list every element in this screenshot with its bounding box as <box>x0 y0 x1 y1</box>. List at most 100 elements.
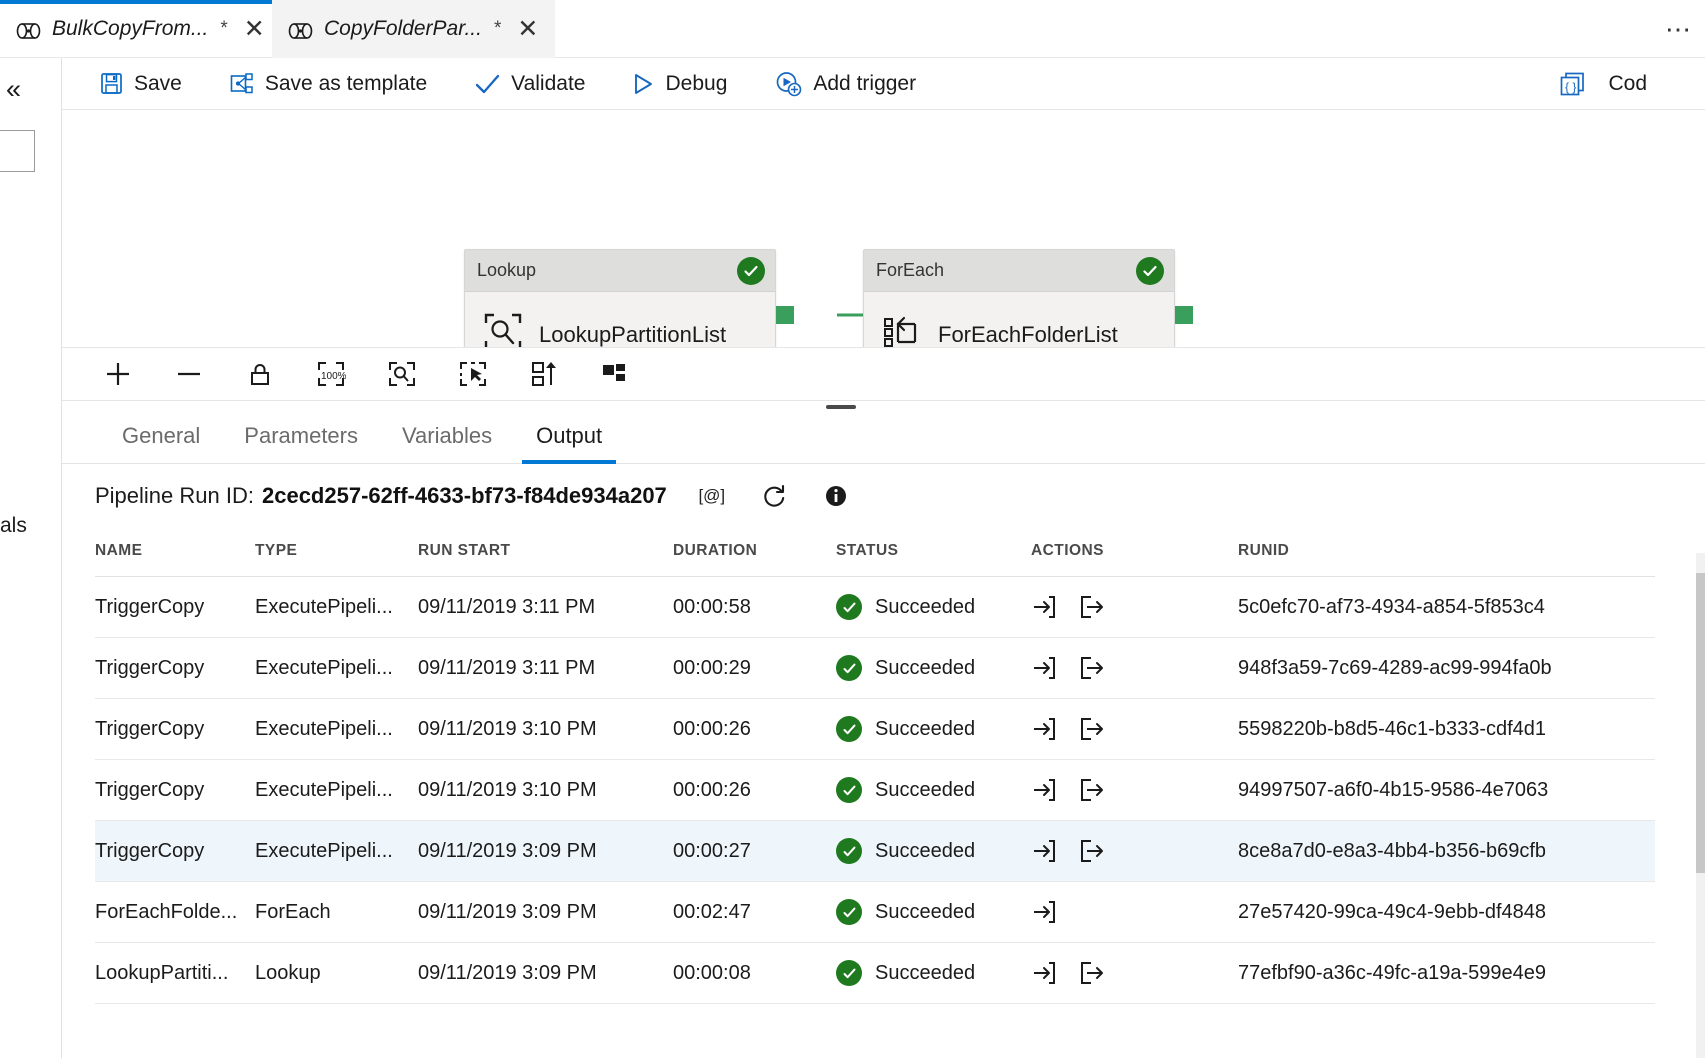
col-header-type[interactable]: TYPE <box>255 528 418 577</box>
table-row[interactable]: TriggerCopyExecutePipeli...09/11/2019 3:… <box>95 577 1655 638</box>
cell-name: LookupPartiti... <box>95 943 255 1004</box>
close-icon[interactable]: ✕ <box>517 17 538 42</box>
activity-node-foreach[interactable]: ForEach <box>863 249 1175 347</box>
cell-type: ForEach <box>255 882 418 943</box>
status-text: Succeeded <box>875 718 975 741</box>
at-parameter-icon[interactable]: [@] <box>695 479 729 513</box>
input-icon[interactable] <box>1031 777 1057 803</box>
cell-name: TriggerCopy <box>95 760 255 821</box>
table-row[interactable]: TriggerCopyExecutePipeli...09/11/2019 3:… <box>95 699 1655 760</box>
output-port[interactable] <box>776 306 794 324</box>
col-header-name[interactable]: NAME <box>95 528 255 577</box>
tab-general[interactable]: General <box>100 423 222 463</box>
input-icon[interactable] <box>1031 716 1057 742</box>
canvas-toolbar: 100% <box>62 347 1705 401</box>
cell-run-start: 09/11/2019 3:10 PM <box>418 699 673 760</box>
tab-output[interactable]: Output <box>514 423 624 463</box>
cell-run-start: 09/11/2019 3:09 PM <box>418 943 673 1004</box>
cell-actions[interactable] <box>1031 699 1238 760</box>
table-row[interactable]: LookupPartiti...Lookup09/11/2019 3:09 PM… <box>95 943 1655 1004</box>
cell-run-start: 09/11/2019 3:10 PM <box>418 760 673 821</box>
zoom-to-fit-icon[interactable] <box>382 354 422 394</box>
tab-bulkcopyfrom[interactable]: BulkCopyFrom... * ✕ <box>0 0 272 58</box>
tab-variables[interactable]: Variables <box>380 423 514 463</box>
refresh-icon[interactable] <box>757 479 791 513</box>
scrollbar-thumb[interactable] <box>1696 573 1705 873</box>
pipeline-run-id-row: Pipeline Run ID: 2cecd257-62ff-4633-bf73… <box>62 464 1705 528</box>
validate-button[interactable]: Validate <box>475 72 585 96</box>
cell-run-start: 09/11/2019 3:11 PM <box>418 577 673 638</box>
debug-button[interactable]: Debug <box>633 72 727 96</box>
pipeline-canvas[interactable]: Lookup <box>62 110 1705 347</box>
cell-status: Succeeded <box>836 699 1031 760</box>
tab-parameters[interactable]: Parameters <box>222 423 380 463</box>
status-text: Succeeded <box>875 657 975 680</box>
status-success-icon <box>737 257 765 285</box>
output-icon[interactable] <box>1079 777 1105 803</box>
save-as-template-button[interactable]: Save as template <box>230 72 427 96</box>
node-type-label: ForEach <box>876 260 944 281</box>
panel-resize-grabber[interactable] <box>826 405 856 409</box>
lock-icon[interactable] <box>240 354 280 394</box>
output-icon[interactable] <box>1079 655 1105 681</box>
col-header-actions[interactable]: ACTIONS <box>1031 528 1238 577</box>
col-header-run-start[interactable]: RUN START <box>418 528 673 577</box>
cell-name: ForEachFolde... <box>95 882 255 943</box>
col-header-runid[interactable]: RUNID <box>1238 528 1655 577</box>
cell-name: TriggerCopy <box>95 699 255 760</box>
status-text: Succeeded <box>875 901 975 924</box>
cell-type: ExecutePipeli... <box>255 699 418 760</box>
col-header-status[interactable]: STATUS <box>836 528 1031 577</box>
cell-run-start: 09/11/2019 3:11 PM <box>418 638 673 699</box>
code-button[interactable]: { } Cod <box>1560 72 1647 96</box>
input-icon[interactable] <box>1031 960 1057 986</box>
col-header-duration[interactable]: DURATION <box>673 528 836 577</box>
activity-node-lookup[interactable]: Lookup <box>464 249 776 347</box>
auto-align-icon[interactable] <box>524 354 564 394</box>
cell-duration: 00:00:58 <box>673 577 836 638</box>
cell-duration: 00:00:26 <box>673 760 836 821</box>
save-button[interactable]: Save <box>100 72 182 96</box>
table-row[interactable]: TriggerCopyExecutePipeli...09/11/2019 3:… <box>95 760 1655 821</box>
cell-runid: 5598220b-b8d5-46c1-b333-cdf4d1 <box>1238 699 1655 760</box>
sidebar-partial-box[interactable] <box>0 130 35 172</box>
cell-status: Succeeded <box>836 821 1031 882</box>
output-vertical-scrollbar[interactable] <box>1696 553 1705 1058</box>
zoom-to-100-icon[interactable]: 100% <box>311 354 351 394</box>
table-row[interactable]: TriggerCopyExecutePipeli...09/11/2019 3:… <box>95 821 1655 882</box>
tab-overflow-icon[interactable]: ⋯ <box>1665 14 1693 45</box>
status-success-icon <box>836 716 862 742</box>
table-row[interactable]: TriggerCopyExecutePipeli...09/11/2019 3:… <box>95 638 1655 699</box>
output-icon[interactable] <box>1079 594 1105 620</box>
input-icon[interactable] <box>1031 655 1057 681</box>
add-trigger-button[interactable]: Add trigger <box>775 71 916 97</box>
status-success-icon <box>836 655 862 681</box>
output-icon[interactable] <box>1079 838 1105 864</box>
cell-actions[interactable] <box>1031 577 1238 638</box>
status-success-icon <box>836 899 862 925</box>
cell-actions[interactable] <box>1031 821 1238 882</box>
output-icon[interactable] <box>1079 716 1105 742</box>
cell-runid: 8ce8a7d0-e8a3-4bb4-b356-b69cfb <box>1238 821 1655 882</box>
show-related-icon[interactable] <box>595 354 635 394</box>
cell-actions[interactable] <box>1031 638 1238 699</box>
table-row[interactable]: ForEachFolde...ForEach09/11/2019 3:09 PM… <box>95 882 1655 943</box>
input-icon[interactable] <box>1031 838 1057 864</box>
select-all-icon[interactable] <box>453 354 493 394</box>
cell-actions[interactable] <box>1031 882 1238 943</box>
cell-actions[interactable] <box>1031 760 1238 821</box>
input-icon[interactable] <box>1031 899 1057 925</box>
cell-actions[interactable] <box>1031 943 1238 1004</box>
zoom-out-icon[interactable] <box>169 354 209 394</box>
status-success-icon <box>836 777 862 803</box>
collapse-sidebar-icon[interactable]: « <box>6 74 21 105</box>
zoom-in-icon[interactable] <box>98 354 138 394</box>
tab-accent-bar <box>0 0 272 4</box>
input-icon[interactable] <box>1031 594 1057 620</box>
tab-copyfolderpar[interactable]: CopyFolderPar... * ✕ <box>272 0 555 58</box>
output-icon[interactable] <box>1079 960 1105 986</box>
close-icon[interactable]: ✕ <box>244 17 265 42</box>
cell-runid: 94997507-a6f0-4b15-9586-4e7063 <box>1238 760 1655 821</box>
info-icon[interactable] <box>819 479 853 513</box>
foreach-output-port[interactable] <box>1175 306 1193 324</box>
